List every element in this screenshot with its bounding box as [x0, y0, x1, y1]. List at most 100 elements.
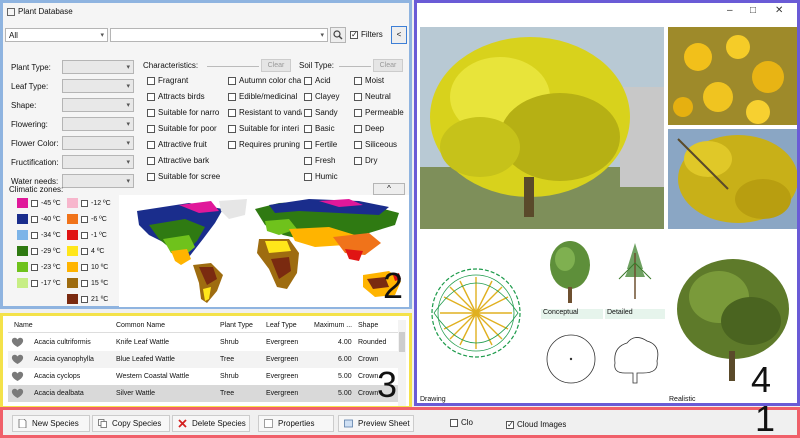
table-row[interactable]: Acacia cyclops Western Coastal Wattle Shru… [8, 368, 400, 385]
drawing-view[interactable] [420, 233, 538, 403]
detailed-view[interactable] [605, 233, 667, 313]
characteristics-label: Characteristics: [143, 61, 199, 70]
climatic-zone-item[interactable]: 10 ºC [67, 262, 108, 272]
column-header-plant-type[interactable]: Plant Type [220, 322, 253, 329]
table-cell-max: 4.00 [338, 339, 352, 346]
table-cell-shape: Crown [358, 390, 379, 397]
filters-checkbox[interactable]: Filters [350, 30, 383, 39]
table-cell-name: Acacia dealbata [34, 390, 84, 397]
preview-sheet-button[interactable]: Preview Sheet [338, 415, 414, 432]
search-input[interactable]: ▾ [110, 28, 328, 42]
filter-checkbox[interactable]: Edible/medicinal [228, 92, 302, 101]
table-cell-shape: Rounded [358, 339, 387, 346]
column-header-name[interactable]: Name [14, 322, 33, 329]
table-cell-name: Acacia cultriformis [34, 339, 91, 346]
filter-checkbox[interactable]: Suitable for narro [147, 108, 227, 117]
filter-checkbox[interactable]: Permeable [354, 108, 406, 117]
climatic-zone-item[interactable]: 15 ºC [67, 278, 108, 288]
conceptual-view[interactable] [541, 233, 603, 313]
clo-checkbox[interactable]: Clo [450, 418, 473, 427]
climatic-zone-item[interactable]: -17 ºC [17, 278, 61, 288]
filter-checkbox[interactable]: Neutral [354, 92, 406, 101]
table-row[interactable]: Acacia dealbata Silver Wattle Tree Evergree… [8, 385, 400, 402]
field-dropdown[interactable]: ▾ [62, 155, 134, 169]
climatic-zone-item[interactable]: 21 ºC [67, 294, 108, 304]
filter-checkbox[interactable]: Suitable for interi [228, 124, 302, 133]
copy-species-button[interactable]: Copy Species [92, 415, 170, 432]
column-header-maximum[interactable]: Maximum ... [314, 322, 352, 329]
collapse-zones-button[interactable]: ^ [373, 183, 405, 195]
main-photo[interactable] [420, 27, 664, 229]
category-dropdown[interactable]: All ▾ [5, 28, 108, 42]
checkbox-label: Siliceous [365, 140, 398, 149]
flower-closeup-photo[interactable] [668, 27, 797, 125]
zone-label: 10 ºC [91, 263, 109, 271]
realistic-view[interactable] [669, 247, 797, 393]
search-button[interactable] [330, 27, 346, 43]
properties-icon [264, 419, 273, 428]
table-row[interactable]: Acacia cyanophylla Blue Leafed Wattle Tree… [8, 351, 400, 368]
maximize-icon[interactable]: □ [750, 5, 756, 16]
elevation-symbol-view[interactable] [605, 323, 667, 397]
filter-checkbox[interactable]: Attractive bark [147, 156, 227, 165]
climatic-zone-item[interactable]: -12 ºC [67, 198, 111, 208]
climatic-zone-item[interactable]: 4 ºC [67, 246, 104, 256]
column-header-shape[interactable]: Shape [358, 322, 378, 329]
filter-checkbox[interactable]: Acid [304, 76, 354, 85]
characteristics-clear-button[interactable]: Clear [261, 59, 291, 72]
field-dropdown[interactable]: ▾ [62, 98, 134, 112]
plan-symbol-view[interactable] [541, 323, 603, 397]
preview-sheet-icon [344, 419, 353, 428]
filter-checkbox[interactable]: Humic [304, 172, 354, 181]
filter-checkbox[interactable]: Fresh [304, 156, 354, 165]
filter-checkbox[interactable]: Suitable for scree [147, 172, 227, 181]
filter-checkbox[interactable]: Suitable for poor [147, 124, 227, 133]
filter-checkbox[interactable]: Basic [304, 124, 354, 133]
table-cell-common: Silver Wattle [116, 390, 156, 397]
column-header-leaf-type[interactable]: Leaf Type [266, 322, 297, 329]
filter-checkbox[interactable]: Moist [354, 76, 406, 85]
cloud-images-checkbox[interactable]: Cloud Images [506, 420, 566, 429]
filter-checkbox[interactable]: Dry [354, 156, 406, 165]
filter-checkbox[interactable]: Attracts birds [147, 92, 227, 101]
climatic-zone-item[interactable]: -45 ºC [17, 198, 61, 208]
branch-photo[interactable] [668, 129, 797, 229]
properties-button[interactable]: Properties [258, 415, 334, 432]
climatic-zone-item[interactable]: -29 ºC [17, 246, 61, 256]
checkbox-icon [31, 247, 38, 255]
scrollbar-thumb[interactable] [399, 332, 405, 352]
collapse-panel-button[interactable]: < [391, 26, 407, 44]
filter-checkbox[interactable]: Siliceous [354, 140, 406, 149]
region-number-1: 1 [755, 398, 776, 438]
filter-checkbox[interactable]: Fertile [304, 140, 354, 149]
minimize-icon[interactable]: – [727, 5, 733, 16]
table-scrollbar[interactable] [398, 320, 406, 406]
field-dropdown[interactable]: ▾ [62, 79, 134, 93]
close-icon[interactable]: ✕ [775, 5, 783, 16]
table-row[interactable]: Acacia cultriformis Knife Leaf Wattle Shru… [8, 334, 400, 351]
filter-checkbox[interactable]: Clayey [304, 92, 354, 101]
column-header-common-name[interactable]: Common Name [116, 322, 165, 329]
filter-checkbox[interactable]: Autumn color cha [228, 76, 302, 85]
filter-checkbox[interactable]: Sandy [304, 108, 354, 117]
detailed-tree-image [618, 243, 652, 299]
field-dropdown[interactable]: ▾ [62, 60, 134, 74]
new-species-button[interactable]: New Species [12, 415, 90, 432]
field-dropdown[interactable]: ▾ [62, 136, 134, 150]
plan-drawing-image [431, 268, 521, 358]
filter-checkbox[interactable]: Attractive fruit [147, 140, 227, 149]
filter-checkbox[interactable]: Fragrant [147, 76, 227, 85]
filter-checkbox[interactable]: Resistant to vanda [228, 108, 302, 117]
climatic-zone-item[interactable]: -1 ºC [67, 230, 107, 240]
climate-zone-map[interactable] [119, 195, 409, 307]
climatic-zone-item[interactable]: -23 ºC [17, 262, 61, 272]
climatic-zone-item[interactable]: -40 ºC [17, 214, 61, 224]
soil-clear-button[interactable]: Clear [373, 59, 403, 72]
delete-species-button[interactable]: Delete Species [172, 415, 250, 432]
climatic-zone-item[interactable]: -34 ºC [17, 230, 61, 240]
filter-checkbox[interactable]: Deep [354, 124, 406, 133]
filter-checkbox[interactable]: Requires pruning [228, 140, 302, 149]
field-dropdown[interactable]: ▾ [62, 174, 134, 188]
field-dropdown[interactable]: ▾ [62, 117, 134, 131]
climatic-zone-item[interactable]: -6 ºC [67, 214, 107, 224]
